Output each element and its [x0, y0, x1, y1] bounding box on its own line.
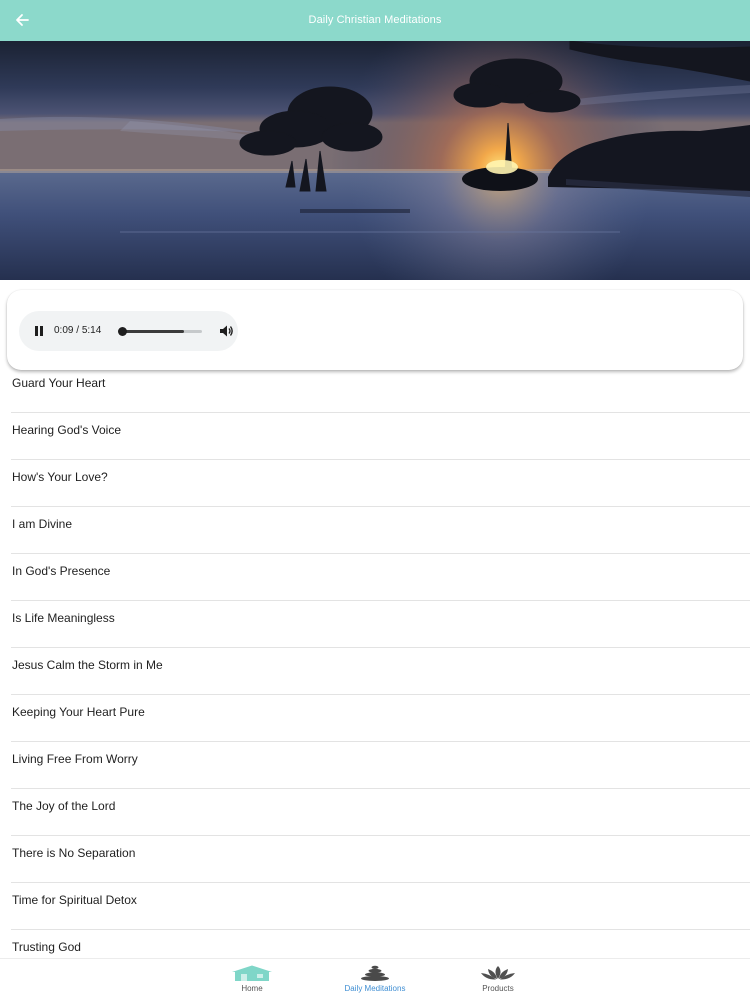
volume-button[interactable] — [218, 323, 234, 339]
nav-label-home: Home — [241, 984, 263, 993]
pause-button[interactable] — [32, 324, 46, 338]
audio-player-card: 0:09 / 5:14 — [7, 290, 743, 370]
list-item[interactable]: The Joy of the Lord — [11, 789, 750, 836]
meditation-title: The Joy of the Lord — [12, 799, 116, 813]
sunset-lake-trees-image — [0, 41, 750, 280]
nav-label-daily-meditations: Daily Meditations — [344, 984, 406, 993]
volume-icon — [220, 325, 233, 337]
meditation-title: There is No Separation — [12, 846, 136, 860]
list-item[interactable]: Time for Spiritual Detox — [11, 883, 750, 930]
nav-item-daily-meditations[interactable]: Daily Meditations — [330, 959, 420, 1000]
meditation-title: Trusting God — [12, 940, 81, 954]
meditation-title: Living Free From Worry — [12, 752, 138, 766]
nav-item-products[interactable]: Products — [453, 959, 543, 1000]
list-item[interactable]: Is Life Meaningless — [11, 601, 750, 648]
current-time: 0:09 — [54, 325, 74, 336]
pause-icon-bar — [40, 326, 43, 336]
progress-fill — [120, 330, 184, 333]
pause-icon — [35, 326, 38, 336]
meditation-title: How's Your Love? — [12, 470, 108, 484]
list-item[interactable]: Keeping Your Heart Pure — [11, 695, 750, 742]
meditation-title: Jesus Calm the Storm in Me — [12, 658, 163, 672]
meditation-title: I am Divine — [12, 517, 73, 531]
list-item[interactable]: Guard Your Heart — [11, 366, 750, 413]
list-item[interactable]: Jesus Calm the Storm in Me — [11, 648, 750, 695]
meditation-title: Time for Spiritual Detox — [12, 893, 137, 907]
list-item[interactable]: There is No Separation — [11, 836, 750, 883]
stacked-stones-icon — [361, 965, 389, 981]
audio-player: 0:09 / 5:14 — [19, 311, 238, 351]
meditation-title: Guard Your Heart — [12, 376, 106, 390]
meditation-title: Is Life Meaningless — [12, 611, 115, 625]
time-separator: / — [73, 325, 82, 336]
house-icon — [232, 965, 272, 981]
meditation-title: In God's Presence — [12, 564, 111, 578]
list-item[interactable]: I am Divine — [11, 507, 750, 554]
bottom-navigation: Home Daily Meditations Products — [0, 958, 750, 1000]
app-screen: Daily Christian Meditations 0:09 / 5:14 … — [0, 0, 750, 1000]
list-item[interactable]: How's Your Love? — [11, 460, 750, 507]
progress-thumb[interactable] — [117, 327, 127, 336]
duration: 5:14 — [81, 325, 102, 336]
meditation-list: Guard Your Heart Hearing God's Voice How's… — [0, 366, 750, 977]
meditation-title: Hearing God's Voice — [12, 423, 122, 437]
list-item[interactable]: Hearing God's Voice — [11, 413, 750, 460]
page-title: Daily Christian Meditations — [308, 14, 442, 26]
list-item[interactable]: Living Free From Worry — [11, 742, 750, 789]
list-item[interactable]: In God's Presence — [11, 554, 750, 601]
progress-slider[interactable] — [117, 327, 202, 336]
hero-image — [0, 41, 750, 280]
meditation-title: Keeping Your Heart Pure — [12, 705, 145, 719]
playback-time: 0:09 / 5:14 — [54, 324, 101, 338]
lotus-icon — [481, 966, 515, 980]
top-app-bar: Daily Christian Meditations — [0, 0, 750, 41]
nav-label-products: Products — [482, 984, 514, 993]
nav-item-home[interactable]: Home — [207, 959, 297, 1000]
